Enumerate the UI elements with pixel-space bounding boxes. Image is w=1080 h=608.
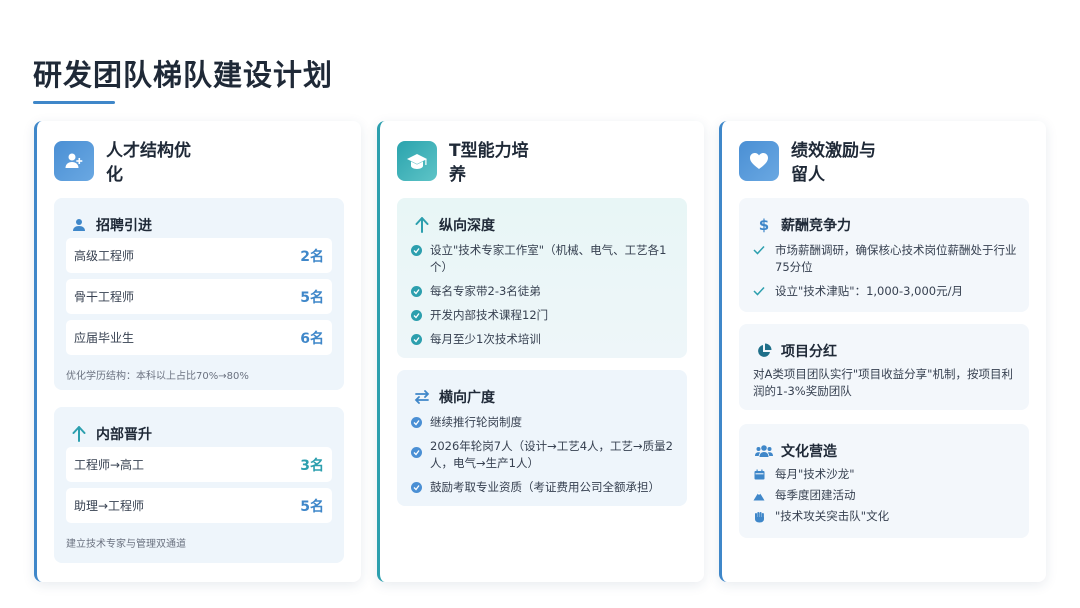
row-count: 3名 xyxy=(300,457,324,474)
list-item: 设立"技术津贴"：1,000-3,000元/月 xyxy=(753,283,1019,300)
check-circle-icon xyxy=(411,334,422,345)
card-performance: 绩效激励与留人 $ 薪酬竞争力 市场薪酬调研，确保核心技术岗位薪酬处于行业75分… xyxy=(719,121,1046,582)
row-label: 助理→工程师 xyxy=(74,499,145,513)
list-item: 高级工程师 2名 xyxy=(66,238,332,273)
section-note: 建立技术专家与管理双通道 xyxy=(66,539,186,550)
check-circle-icon xyxy=(411,310,422,321)
section-profit-sharing: 项目分红 对A类项目团队实行"项目收益分享"机制，按项目利润的1-3%奖励团队 xyxy=(739,324,1029,410)
bullet-text: 继续推行轮岗制度 xyxy=(430,415,522,429)
page-title: 研发团队梯队建设计划 xyxy=(33,58,334,92)
row-count: 2名 xyxy=(300,248,324,265)
section-title: 文化营造 xyxy=(781,444,837,460)
card-title: 人才结构优化 xyxy=(106,141,191,185)
card-title: T型能力培养 xyxy=(449,141,529,185)
section-note: 优化学历结构：本科以上占比70%→80% xyxy=(66,371,249,382)
list-item: 骨干工程师 5名 xyxy=(66,279,332,314)
section-title: 招聘引进 xyxy=(96,218,152,234)
bullet-text: 每月"技术沙龙" xyxy=(775,467,855,481)
section-title: 薪酬竞争力 xyxy=(781,218,851,234)
card-talent-structure: 人才结构优化 招聘引进 高级工程师 2名 骨干工程师 5名 应届毕业生 6名 优… xyxy=(34,121,361,582)
check-circle-icon xyxy=(411,286,422,297)
section-promotion: 内部晋升 工程师→高工 3名 助理→工程师 5名 建立技术专家与管理双通道 xyxy=(54,407,344,563)
card-title: 绩效激励与留人 xyxy=(791,141,876,185)
graduation-cap-icon xyxy=(397,141,437,181)
list-item: 应届毕业生 6名 xyxy=(66,320,332,355)
card-header: 人才结构优化 xyxy=(54,141,196,187)
list-item: 市场薪酬调研，确保核心技术岗位薪酬处于行业75分位 xyxy=(753,242,1019,276)
row-label: 应届毕业生 xyxy=(74,331,135,345)
section-recruitment: 招聘引进 高级工程师 2名 骨干工程师 5名 应届毕业生 6名 优化学历结构：本… xyxy=(54,198,344,390)
bullet-text: "技术攻关突击队"文化 xyxy=(775,509,890,523)
list-item: 工程师→高工 3名 xyxy=(66,447,332,482)
title-underline xyxy=(33,101,115,104)
user-add-icon xyxy=(54,141,94,181)
card-header: 绩效激励与留人 xyxy=(739,141,881,187)
card-header: T型能力培养 xyxy=(397,141,539,187)
user-icon xyxy=(70,216,88,234)
section-horizontal-breadth: 横向广度 继续推行轮岗制度 2026年轮岗7人（设计→工艺4人，工艺→质量2人，… xyxy=(397,370,687,506)
row-count: 5名 xyxy=(300,498,324,515)
check-circle-icon xyxy=(411,417,422,428)
check-circle-icon xyxy=(411,447,422,458)
row-label: 骨干工程师 xyxy=(74,290,135,304)
bullet-text: 市场薪酬调研，确保核心技术岗位薪酬处于行业75分位 xyxy=(775,243,1017,274)
card-t-skills: T型能力培养 纵向深度 设立"技术专家工作室"（机械、电气、工艺各1个） 每名专… xyxy=(377,121,704,582)
list-item: 设立"技术专家工作室"（机械、电气、工艺各1个） xyxy=(411,242,677,276)
arrow-up-icon xyxy=(70,425,88,443)
check-circle-icon xyxy=(411,482,422,493)
section-title: 项目分红 xyxy=(781,344,837,360)
section-title: 内部晋升 xyxy=(96,427,152,443)
list-item: 每名专家带2-3名徒弟 xyxy=(411,283,677,300)
fist-icon xyxy=(753,511,765,523)
section-title: 纵向深度 xyxy=(439,218,495,234)
list-item: 开发内部技术课程12门 xyxy=(411,307,677,324)
row-count: 5名 xyxy=(300,289,324,306)
bullet-text: 鼓励考取专业资质（考证费用公司全额承担） xyxy=(430,480,660,494)
bullet-text: 设立"技术专家工作室"（机械、电气、工艺各1个） xyxy=(430,243,667,274)
bullet-text: 设立"技术津贴"：1,000-3,000元/月 xyxy=(775,284,963,298)
pie-chart-icon xyxy=(755,342,773,360)
arrow-up-icon xyxy=(413,216,431,234)
check-circle-icon xyxy=(411,245,422,256)
mountain-icon xyxy=(753,490,765,502)
bullet-text: 每月至少1次技术培训 xyxy=(430,332,541,346)
list-item: 每季度团建活动 xyxy=(753,487,1019,504)
dollar-icon: $ xyxy=(758,216,770,234)
check-icon xyxy=(753,245,765,255)
section-text: 对A类项目团队实行"项目收益分享"机制，按项目利润的1-3%奖励团队 xyxy=(753,367,1013,398)
users-icon xyxy=(755,442,773,460)
row-count: 6名 xyxy=(300,330,324,347)
row-label: 高级工程师 xyxy=(74,249,135,263)
bullet-text: 2026年轮岗7人（设计→工艺4人，工艺→质量2人，电气→生产1人） xyxy=(430,439,673,470)
bullet-text: 每季度团建活动 xyxy=(775,488,856,502)
row-label: 工程师→高工 xyxy=(74,458,145,472)
section-vertical-depth: 纵向深度 设立"技术专家工作室"（机械、电气、工艺各1个） 每名专家带2-3名徒… xyxy=(397,198,687,358)
bullet-text: 每名专家带2-3名徒弟 xyxy=(430,284,541,298)
list-item: 2026年轮岗7人（设计→工艺4人，工艺→质量2人，电气→生产1人） xyxy=(411,438,677,472)
section-salary: $ 薪酬竞争力 市场薪酬调研，确保核心技术岗位薪酬处于行业75分位 设立"技术津… xyxy=(739,198,1029,312)
heart-icon xyxy=(739,141,779,181)
list-item: "技术攻关突击队"文化 xyxy=(753,508,1019,525)
section-culture: 文化营造 每月"技术沙龙" 每季度团建活动 "技术攻关突击队"文化 xyxy=(739,424,1029,538)
list-item: 助理→工程师 5名 xyxy=(66,488,332,523)
exchange-icon xyxy=(413,388,431,406)
check-icon xyxy=(753,286,765,296)
list-item: 继续推行轮岗制度 xyxy=(411,414,677,431)
section-title: 横向广度 xyxy=(439,390,495,406)
calendar-icon xyxy=(753,469,765,481)
list-item: 鼓励考取专业资质（考证费用公司全额承担） xyxy=(411,479,677,496)
bullet-text: 开发内部技术课程12门 xyxy=(430,308,549,322)
list-item: 每月"技术沙龙" xyxy=(753,466,1019,483)
list-item: 每月至少1次技术培训 xyxy=(411,331,677,348)
